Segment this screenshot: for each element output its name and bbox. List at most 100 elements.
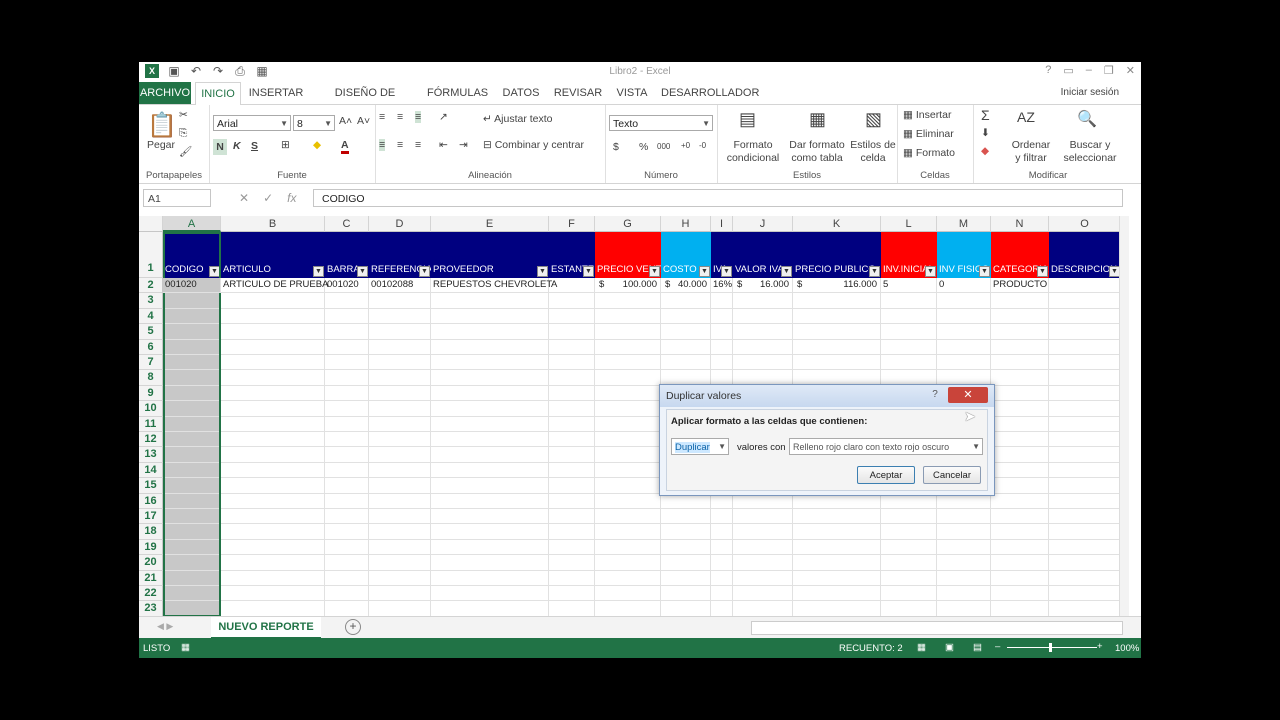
sort-filter-button[interactable]: Ordenar y filtrar <box>1003 139 1059 165</box>
conditional-format-button[interactable]: Formato condicional <box>721 139 785 165</box>
cell[interactable] <box>937 355 991 371</box>
cell[interactable] <box>595 555 661 571</box>
cell[interactable] <box>549 601 595 616</box>
cell[interactable] <box>1049 570 1121 586</box>
header-cell[interactable]: INV.INICIAL ▼ <box>881 232 937 278</box>
header-cell[interactable]: VALOR IVA ▼ <box>733 232 793 278</box>
cell[interactable] <box>991 447 1049 463</box>
clear-icon[interactable]: ◆ <box>981 145 989 157</box>
cell[interactable] <box>369 416 431 432</box>
ok-button[interactable]: Aceptar <box>857 466 915 484</box>
autosum-icon[interactable]: Σ <box>981 107 990 123</box>
header-cell[interactable]: DESCRIPCION ▼ <box>1049 232 1121 278</box>
cell[interactable] <box>549 401 595 417</box>
cell[interactable] <box>369 339 431 355</box>
row-header[interactable]: 4 <box>139 308 163 325</box>
cell[interactable] <box>733 586 793 602</box>
cell[interactable] <box>881 339 937 355</box>
cell[interactable] <box>325 586 369 602</box>
cell[interactable] <box>733 570 793 586</box>
cell[interactable] <box>221 586 325 602</box>
increase-decimal-icon[interactable]: +0 <box>681 141 690 150</box>
wrap-text-button[interactable]: ↵ Ajustar texto <box>483 113 553 125</box>
thousands-button[interactable]: 000 <box>657 142 670 151</box>
align-middle-icon[interactable]: ≡ <box>397 111 403 123</box>
cell[interactable] <box>221 308 325 325</box>
cell[interactable] <box>881 324 937 340</box>
header-cell[interactable]: IVA▼ <box>711 232 733 278</box>
close-icon[interactable]: ✕ <box>948 387 988 403</box>
cell[interactable] <box>711 586 733 602</box>
column-header-n[interactable]: N <box>991 216 1049 232</box>
format-table-button[interactable]: Dar formato como tabla <box>785 139 849 165</box>
cell[interactable] <box>431 478 549 494</box>
minimize-icon[interactable]: – <box>1086 64 1092 77</box>
format-cells-button[interactable]: ▦ Formato <box>903 147 955 159</box>
page-break-icon[interactable]: ▤ <box>973 642 982 653</box>
row-header[interactable]: 10 <box>139 401 163 417</box>
cell[interactable] <box>1049 432 1121 448</box>
delete-cells-button[interactable]: ▦ Eliminar <box>903 128 954 140</box>
row-header[interactable]: 12 <box>139 432 163 448</box>
cell[interactable] <box>431 339 549 355</box>
cell[interactable] <box>1049 355 1121 371</box>
cell[interactable] <box>595 401 661 417</box>
column-header-h[interactable]: H <box>661 216 711 232</box>
cell[interactable] <box>549 293 595 309</box>
cell[interactable] <box>1049 293 1121 309</box>
cell[interactable] <box>325 555 369 571</box>
cell[interactable] <box>661 324 711 340</box>
cell[interactable] <box>661 524 711 540</box>
cell[interactable] <box>549 432 595 448</box>
tab-insertar[interactable]: INSERTAR <box>247 82 305 104</box>
cell[interactable] <box>793 570 881 586</box>
cell[interactable] <box>1049 401 1121 417</box>
cell[interactable] <box>733 293 793 309</box>
cell[interactable] <box>595 493 661 509</box>
cell[interactable] <box>937 308 991 325</box>
cancel-button[interactable]: Cancelar <box>923 466 981 484</box>
rule-type-select[interactable]: Duplicar ▼ <box>671 438 729 455</box>
cut-icon[interactable]: ✂ <box>179 109 188 121</box>
cell[interactable] <box>793 539 881 556</box>
cell[interactable] <box>431 447 549 463</box>
increase-indent-icon[interactable]: ⇥ <box>459 139 468 151</box>
select-all-corner[interactable] <box>139 216 163 232</box>
cell[interactable] <box>881 570 937 586</box>
cell[interactable] <box>369 462 431 479</box>
filter-dropdown-icon[interactable]: ▼ <box>979 266 990 277</box>
cell[interactable] <box>1049 539 1121 556</box>
cell[interactable] <box>733 555 793 571</box>
tab-datos[interactable]: DATOS <box>499 82 543 104</box>
cell[interactable] <box>991 293 1049 309</box>
cell[interactable] <box>549 478 595 494</box>
cell[interactable] <box>221 293 325 309</box>
cell[interactable] <box>431 416 549 432</box>
formula-input[interactable]: CODIGO <box>313 189 1123 207</box>
underline-button[interactable]: S <box>251 140 258 152</box>
paste-icon[interactable]: 📋 <box>147 111 177 140</box>
cell[interactable] <box>1049 462 1121 479</box>
cell[interactable] <box>937 555 991 571</box>
cell[interactable] <box>595 308 661 325</box>
filter-dropdown-icon[interactable]: ▼ <box>1037 266 1048 277</box>
cell[interactable] <box>325 324 369 340</box>
cell[interactable] <box>1049 370 1121 386</box>
cell[interactable] <box>991 416 1049 432</box>
cell[interactable] <box>221 478 325 494</box>
cell[interactable] <box>325 293 369 309</box>
cell[interactable] <box>711 570 733 586</box>
cell[interactable] <box>549 509 595 525</box>
filter-dropdown-icon[interactable]: ▼ <box>721 266 732 277</box>
cell[interactable] <box>221 370 325 386</box>
zoom-slider-thumb[interactable] <box>1049 643 1052 652</box>
cell[interactable] <box>369 601 431 616</box>
cell[interactable] <box>937 509 991 525</box>
cell[interactable] <box>369 524 431 540</box>
cell[interactable] <box>991 401 1049 417</box>
cell[interactable] <box>661 539 711 556</box>
tab-archivo[interactable]: ARCHIVO <box>139 82 191 104</box>
cell[interactable] <box>431 524 549 540</box>
shrink-font-icon[interactable]: A˅ <box>357 115 370 127</box>
cell[interactable] <box>549 555 595 571</box>
